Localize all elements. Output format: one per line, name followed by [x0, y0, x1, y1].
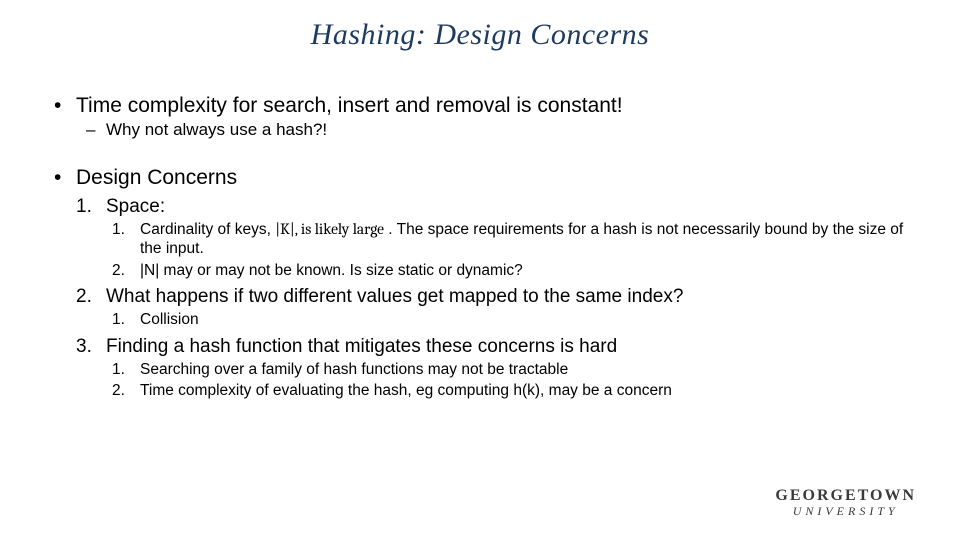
num-1: 1.	[76, 196, 102, 218]
bullet-item-2: Design Concerns 1. Space: 1. Cardinality…	[76, 166, 912, 400]
slide: Hashing: Design Concerns Time complexity…	[0, 0, 960, 540]
concern-hash-function-label: Finding a hash function that mitigates t…	[106, 336, 617, 357]
concern-space: 1. Space: 1. Cardinality of keys, |K|, i…	[106, 196, 912, 280]
collision-item-1-text: Collision	[140, 311, 199, 328]
space-item-2-text: |N| may or may not be known. Is size sta…	[140, 262, 523, 279]
hash-item-1-text: Searching over a family of hash function…	[140, 361, 568, 378]
space-sublist: 1. Cardinality of keys, |K|, is likely l…	[106, 220, 912, 280]
num-2: 2.	[76, 286, 102, 308]
inner-num-1: 1.	[112, 220, 136, 239]
georgetown-logo: GEORGETOWN UNIVERSITY	[775, 488, 916, 518]
inner-num-1c: 1.	[112, 360, 136, 379]
logo-line-2: UNIVERSITY	[775, 505, 916, 518]
num-3: 3.	[76, 336, 102, 358]
hash-function-sublist: 1. Searching over a family of hash funct…	[106, 360, 912, 401]
concern-space-label: Space:	[106, 196, 165, 217]
space-item-1-mid: |K|, is likely large	[275, 220, 384, 238]
logo-line-1: GEORGETOWN	[775, 488, 916, 505]
concern-collision: 2. What happens if two different values …	[106, 286, 912, 329]
inner-num-2: 2.	[112, 261, 136, 280]
slide-title: Hashing: Design Concerns	[48, 18, 912, 52]
design-concerns-list: 1. Space: 1. Cardinality of keys, |K|, i…	[76, 196, 912, 400]
bullet-1-sub-1: Why not always use a hash?!	[106, 120, 912, 140]
bullet-item-1: Time complexity for search, insert and r…	[76, 94, 912, 140]
bullet-2-text: Design Concerns	[76, 166, 912, 190]
concern-collision-label: What happens if two different values get…	[106, 286, 683, 307]
hash-item-2-text: Time complexity of evaluating the hash, …	[140, 382, 672, 399]
collision-item-1: 1. Collision	[140, 310, 912, 329]
inner-num-1b: 1.	[112, 310, 136, 329]
hash-item-1: 1. Searching over a family of hash funct…	[140, 360, 912, 379]
bullet-1-text: Time complexity for search, insert and r…	[76, 94, 912, 118]
collision-sublist: 1. Collision	[106, 310, 912, 329]
hash-item-2: 2. Time complexity of evaluating the has…	[140, 381, 912, 400]
space-item-1-pre: Cardinality of keys,	[140, 221, 275, 238]
bullet-list: Time complexity for search, insert and r…	[48, 94, 912, 400]
space-item-2: 2. |N| may or may not be known. Is size …	[140, 261, 912, 280]
bullet-1-sublist: Why not always use a hash?!	[76, 120, 912, 140]
concern-hash-function: 3. Finding a hash function that mitigate…	[106, 336, 912, 401]
inner-num-2c: 2.	[112, 381, 136, 400]
space-item-1: 1. Cardinality of keys, |K|, is likely l…	[140, 220, 912, 259]
